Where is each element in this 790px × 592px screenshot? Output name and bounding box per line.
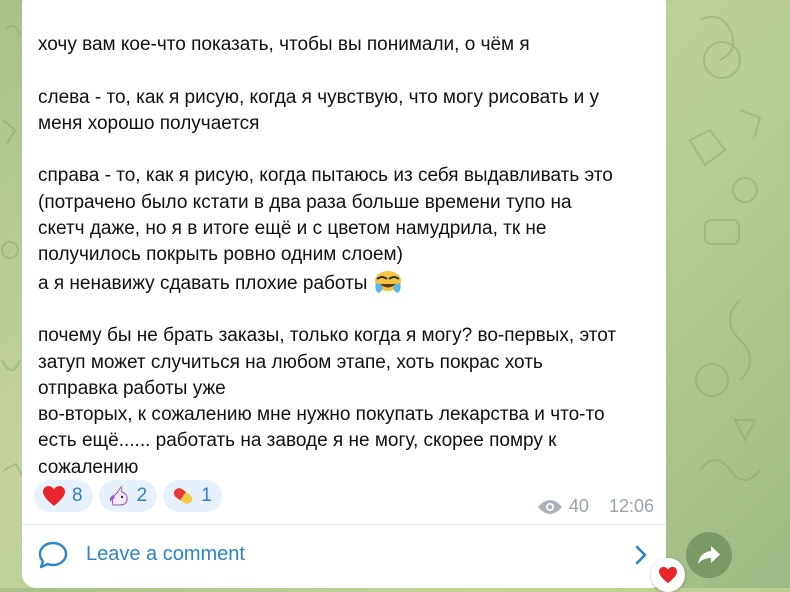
leave-comment-button[interactable]: Leave a comment (22, 525, 666, 588)
reactions-row: 8 2 1 (34, 480, 222, 512)
reaction-count: 8 (72, 485, 83, 506)
message-line: (потрачено было кстати в два раза больше… (38, 191, 572, 213)
heart-icon (43, 486, 65, 506)
message-time: 12:06 (608, 496, 654, 516)
message-line: затуп может случиться на любом этапе, хо… (38, 351, 543, 373)
message-line: справа - то, как я рисую, когда пытаюсь … (38, 165, 613, 187)
message-line: сожалению (38, 456, 139, 478)
message-meta: 40 12:06 (537, 496, 654, 517)
reaction-unicorn[interactable]: 2 (98, 480, 158, 512)
message-line: слева - то, как я рисую, когда я чувству… (38, 86, 600, 108)
message-line: во-вторых, к сожалению мне нужно покупат… (38, 404, 605, 426)
unicorn-icon (109, 485, 128, 506)
message-line: отправка работы уже (38, 377, 226, 399)
eye-icon (537, 499, 562, 514)
reaction-count: 1 (201, 485, 212, 506)
reaction-count: 2 (136, 485, 148, 506)
reaction-heart[interactable]: 8 (34, 480, 93, 512)
views-count: 40 (568, 496, 589, 516)
message-line: а я ненавижу сдавать плохие работы (38, 272, 368, 294)
message-line: почему бы не брать заказы, только когда … (38, 325, 617, 347)
message-line: хочу вам кое-что показать, чтобы вы пони… (38, 34, 530, 55)
message-line: есть ещё...... работать на заводе я не м… (38, 430, 557, 452)
comment-label: Leave a comment (86, 543, 245, 565)
crying-laughing-emoji (374, 270, 401, 293)
share-button[interactable] (686, 532, 732, 578)
share-icon (698, 546, 720, 564)
reaction-badge[interactable] (651, 558, 685, 592)
comment-icon (38, 541, 68, 569)
message-text: хочу вам кое-что показать, чтобы вы пони… (38, 32, 658, 481)
message-line: получилось покрыть ровно одним слоем) (38, 244, 403, 266)
message-line: скетч даже, но я в итоге ещё и с цветом … (38, 218, 547, 240)
chevron-right-icon (635, 545, 647, 565)
heart-icon (659, 566, 677, 584)
message-line: меня хорошо получается (38, 112, 260, 134)
pill-icon (174, 488, 193, 504)
reaction-pill[interactable]: 1 (163, 480, 222, 512)
